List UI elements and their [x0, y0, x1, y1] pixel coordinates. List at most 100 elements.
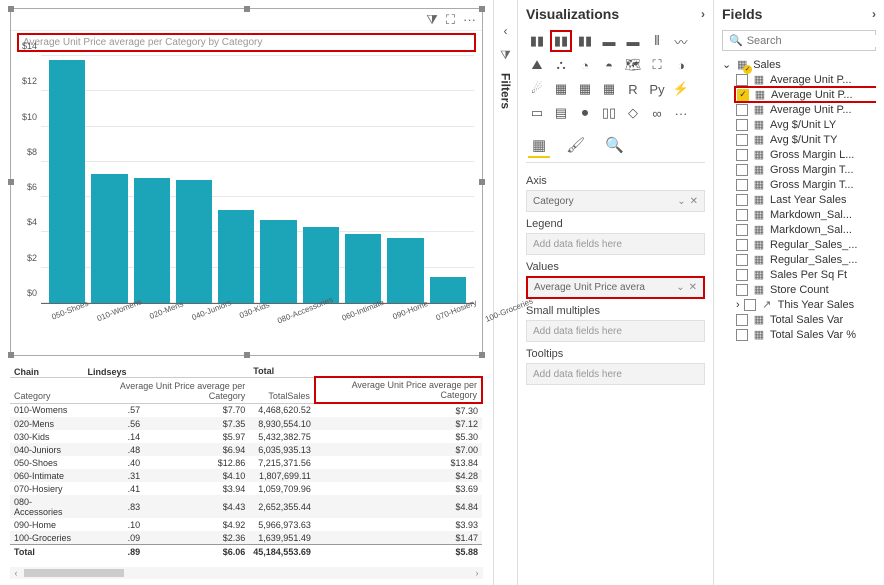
col-totalsales[interactable]: TotalSales [249, 377, 315, 403]
bar[interactable] [134, 178, 170, 303]
viz-type-icon[interactable]: ▦ [550, 78, 572, 100]
field-checkbox[interactable] [736, 284, 748, 296]
scroll-thumb[interactable] [24, 569, 124, 577]
filters-pane-collapsed[interactable]: ‹ ⧩ Filters [494, 0, 518, 585]
viz-type-icon[interactable]: ▤ [550, 102, 572, 124]
resize-handle[interactable] [479, 6, 485, 12]
chevron-down-icon[interactable]: ⌄ [677, 196, 685, 207]
bar[interactable] [430, 277, 466, 303]
bar[interactable] [345, 234, 381, 303]
more-options-icon[interactable]: ··· [463, 12, 476, 27]
field-checkbox[interactable] [736, 239, 748, 251]
viz-type-icon[interactable]: ▮▮ [574, 30, 596, 52]
viz-type-icon[interactable]: ··· [670, 102, 692, 124]
field-checkbox[interactable] [736, 164, 748, 176]
field-checkbox[interactable] [736, 104, 748, 116]
field-checkbox[interactable] [736, 269, 748, 281]
analytics-tab-icon[interactable]: 🔍 [601, 134, 628, 158]
viz-type-icon[interactable]: ▮▮ [550, 30, 572, 52]
table-row[interactable]: 080-Accessories.83$4.432,652,355.44$4.84 [10, 495, 482, 518]
viz-type-icon[interactable]: ⛶ [646, 54, 668, 76]
field-item[interactable]: ▦Regular_Sales_... [736, 252, 876, 267]
filter-icon[interactable]: ⧩ [426, 12, 438, 28]
viz-type-icon[interactable]: ∞ [646, 102, 668, 124]
viz-type-icon[interactable]: ◑ [670, 54, 692, 76]
viz-type-icon[interactable]: ☄ [526, 78, 548, 100]
format-tab-icon[interactable]: 🖌 [562, 134, 589, 158]
field-checkbox[interactable] [744, 299, 756, 311]
horizontal-scrollbar[interactable]: ‹ › [10, 567, 483, 579]
focus-mode-icon[interactable]: ⛶ [446, 12, 455, 28]
col-aup-lindseys[interactable]: Average Unit Price average per Category [84, 377, 250, 403]
resize-handle[interactable] [244, 352, 250, 358]
field-checkbox[interactable] [736, 254, 748, 266]
field-checkbox[interactable]: ✓ [737, 89, 749, 101]
viz-type-icon[interactable]: ▮▮ [526, 30, 548, 52]
resize-handle[interactable] [8, 352, 14, 358]
viz-type-icon[interactable]: ◇ [622, 102, 644, 124]
collapse-fields-icon[interactable]: › [872, 7, 876, 21]
viz-type-icon[interactable]: ▭ [526, 102, 548, 124]
viz-type-icon[interactable]: ⛬ [550, 54, 572, 76]
collapse-viz-icon[interactable]: › [701, 7, 705, 21]
field-item[interactable]: ▦Store Count [736, 282, 876, 297]
field-item[interactable]: ▦Markdown_Sal... [736, 207, 876, 222]
bar[interactable] [387, 238, 423, 303]
field-item[interactable]: ›↗This Year Sales [736, 297, 876, 312]
scroll-left-icon[interactable]: ‹ [10, 568, 22, 578]
viz-type-icon[interactable]: 🗺 [622, 54, 644, 76]
viz-type-icon[interactable]: ⏺ [574, 102, 596, 124]
field-checkbox[interactable] [736, 329, 748, 341]
field-item[interactable]: ▦Gross Margin L... [736, 147, 876, 162]
remove-icon[interactable]: ✕ [689, 282, 697, 293]
field-item[interactable]: ▦Avg $/Unit LY [736, 117, 876, 132]
search-input[interactable] [747, 35, 884, 47]
viz-type-icon[interactable]: ▦ [598, 78, 620, 100]
scroll-right-icon[interactable]: › [471, 568, 483, 578]
small-multiples-well[interactable]: Add data fields here [526, 320, 705, 342]
resize-handle[interactable] [479, 352, 485, 358]
tooltips-well[interactable]: Add data fields here [526, 363, 705, 385]
col-aup-total[interactable]: Average Unit Price average per Category [315, 377, 482, 403]
field-item[interactable]: ▦Gross Margin T... [736, 162, 876, 177]
field-item[interactable]: ▦Avg $/Unit TY [736, 132, 876, 147]
bar[interactable] [260, 220, 296, 303]
bar[interactable] [49, 60, 85, 303]
field-checkbox[interactable] [736, 314, 748, 326]
table-node-sales[interactable]: ⌄ ▦ Sales [722, 57, 876, 72]
expand-filters-icon[interactable]: ‹ [504, 24, 508, 38]
bar[interactable] [176, 180, 212, 304]
chevron-down-icon[interactable]: ⌄ [676, 282, 684, 293]
field-item[interactable]: ✓▦Average Unit P... [734, 86, 876, 103]
viz-type-icon[interactable]: 〰 [670, 30, 692, 52]
viz-type-icon[interactable]: Py [646, 78, 668, 100]
bar[interactable] [218, 210, 254, 304]
viz-type-icon[interactable]: ◓ [598, 54, 620, 76]
table-row[interactable]: 100-Groceries.09$2.361,639,951.49$1.47 [10, 531, 482, 545]
field-checkbox[interactable] [736, 149, 748, 161]
table-row[interactable]: 040-Juniors.48$6.946,035,935.13$7.00 [10, 443, 482, 456]
viz-type-icon[interactable]: ◔ [574, 54, 596, 76]
table-row[interactable]: 070-Hosiery.41$3.941,059,709.96$3.69 [10, 482, 482, 495]
viz-type-icon[interactable]: ▬ [622, 30, 644, 52]
field-checkbox[interactable] [736, 209, 748, 221]
field-checkbox[interactable] [736, 224, 748, 236]
remove-icon[interactable]: ✕ [690, 196, 698, 207]
table-row[interactable]: 030-Kids.14$5.975,432,382.75$5.30 [10, 430, 482, 443]
field-item[interactable]: ▦Gross Margin T... [736, 177, 876, 192]
chart-visual[interactable]: ⧩ ⛶ ··· Average Unit Price average per C… [10, 8, 483, 356]
bar[interactable] [91, 174, 127, 303]
viz-type-icon[interactable]: R [622, 78, 644, 100]
field-item[interactable]: ▦Markdown_Sal... [736, 222, 876, 237]
viz-type-icon[interactable]: ⛰ [526, 54, 548, 76]
table-row[interactable]: 050-Shoes.40$12.867,215,371.56$13.84 [10, 456, 482, 469]
field-item[interactable]: ▦Regular_Sales_... [736, 237, 876, 252]
field-item[interactable]: ▦Average Unit P... [736, 102, 876, 117]
fields-search[interactable]: 🔍 [722, 30, 876, 51]
resize-handle[interactable] [8, 6, 14, 12]
table-row[interactable]: 020-Mens.56$7.358,930,554.10$7.12 [10, 417, 482, 430]
field-checkbox[interactable] [736, 134, 748, 146]
fields-tab-icon[interactable]: ▦ [528, 134, 550, 158]
field-item[interactable]: ▦Last Year Sales [736, 192, 876, 207]
values-well[interactable]: Average Unit Price avera ⌄✕ [526, 276, 705, 299]
